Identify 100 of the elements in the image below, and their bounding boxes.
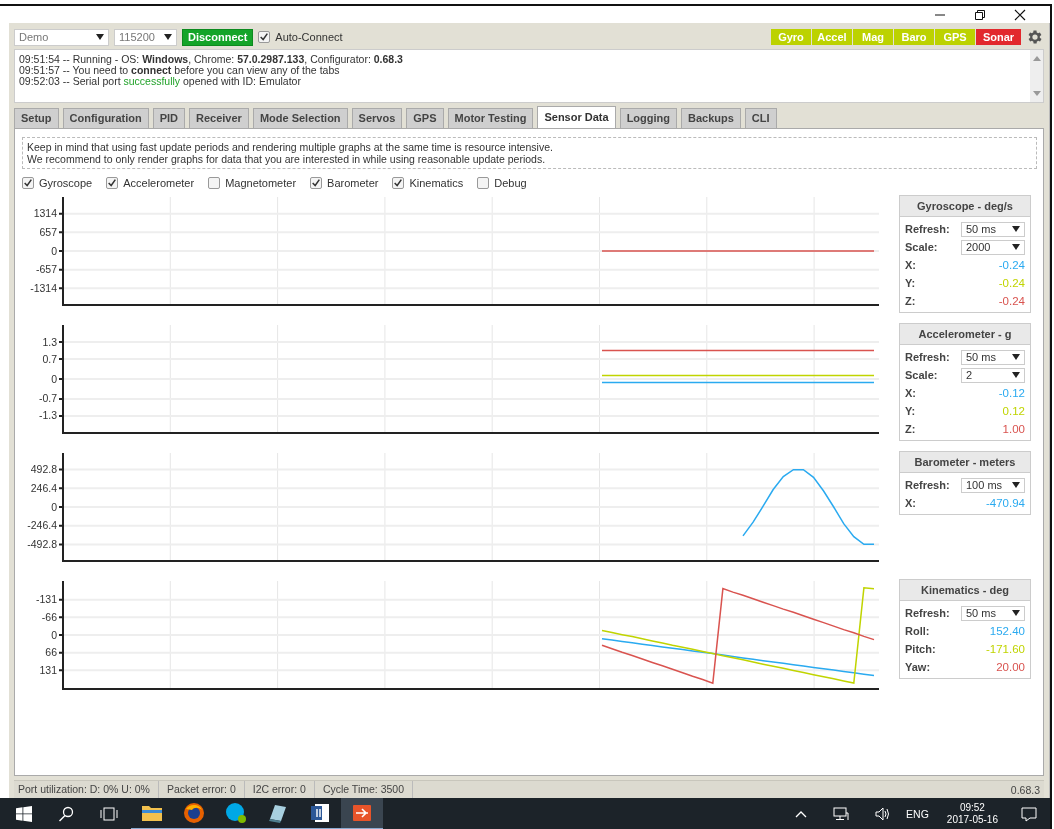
dropdown[interactable]: 2000 bbox=[961, 239, 1025, 255]
chevron-up-icon[interactable] bbox=[795, 810, 808, 818]
field-label: Scale: bbox=[905, 369, 938, 381]
checkbox[interactable] bbox=[477, 177, 490, 189]
reading-label: Yaw: bbox=[905, 661, 931, 673]
reading-label: X: bbox=[905, 387, 916, 399]
dropdown[interactable]: 50 ms bbox=[961, 605, 1025, 621]
tick-label: -131 bbox=[36, 593, 57, 606]
caret-icon bbox=[1012, 226, 1020, 232]
language-indicator[interactable]: ENG bbox=[906, 808, 929, 820]
caret-icon bbox=[1012, 610, 1020, 616]
tick-label: -66 bbox=[41, 610, 57, 623]
dropdown[interactable]: 115200 bbox=[114, 28, 177, 46]
tick-label: -0.7 bbox=[38, 392, 57, 405]
caret-icon bbox=[1012, 482, 1020, 488]
tick-label: -492.8 bbox=[27, 538, 57, 550]
close-icon[interactable] bbox=[1014, 9, 1026, 21]
dropdown[interactable]: 2 bbox=[961, 367, 1025, 383]
sensor-indicator: Gyro bbox=[771, 29, 811, 45]
tab[interactable]: PID bbox=[152, 108, 185, 128]
checkbox-label: Magnetometer bbox=[225, 177, 297, 189]
reading-label: Z: bbox=[905, 423, 916, 435]
checkbox-label: Gyroscope bbox=[39, 177, 93, 189]
reading-value: -0.24 bbox=[998, 277, 1025, 289]
reading-value: 1.00 bbox=[1002, 423, 1025, 435]
reading-label: Roll: bbox=[905, 625, 930, 637]
tab[interactable]: Receiver bbox=[189, 108, 249, 128]
tab[interactable]: Logging bbox=[619, 108, 677, 128]
caret-icon bbox=[1012, 244, 1020, 250]
taskbar-app[interactable] bbox=[341, 798, 383, 829]
connect-button[interactable]: Disconnect bbox=[182, 28, 254, 46]
reading-label: Y: bbox=[905, 277, 916, 289]
checkbox[interactable] bbox=[208, 177, 221, 189]
checkbox[interactable] bbox=[106, 177, 119, 189]
dropdown[interactable]: 100 ms bbox=[961, 477, 1025, 493]
tick-label: -657 bbox=[36, 263, 57, 276]
tick-label: 1.3 bbox=[42, 335, 57, 348]
tab[interactable]: Configuration bbox=[62, 108, 149, 128]
panel-title: Accelerometer - g bbox=[900, 324, 1030, 345]
tick-label: 492.8 bbox=[30, 463, 57, 475]
start-icon[interactable] bbox=[16, 806, 32, 822]
field-label: Scale: bbox=[905, 241, 938, 253]
checkbox-label: Auto-Connect bbox=[275, 31, 343, 43]
tab[interactable]: Mode Selection bbox=[252, 108, 348, 128]
checkbox[interactable] bbox=[258, 31, 271, 43]
reading-label: X: bbox=[905, 497, 916, 509]
dropdown[interactable]: 50 ms bbox=[961, 349, 1025, 365]
tab[interactable]: Setup bbox=[14, 108, 59, 128]
browser-icon bbox=[182, 801, 206, 825]
tick-label: 131 bbox=[39, 663, 57, 676]
tab[interactable]: Backups bbox=[681, 108, 741, 128]
caret-icon bbox=[164, 34, 172, 40]
tick-label: 0 bbox=[51, 500, 57, 513]
field-label: Refresh: bbox=[905, 223, 950, 235]
reading-value: -0.12 bbox=[998, 387, 1025, 399]
task-view-icon[interactable] bbox=[100, 807, 118, 821]
panel-title: Kinematics - deg bbox=[900, 580, 1030, 601]
tick-label: 0.7 bbox=[42, 352, 57, 365]
version-text: 0.68.3 bbox=[1010, 783, 1041, 796]
checkbox-label: Barometer bbox=[327, 177, 379, 189]
log-line: 09:51:54 -- Running - OS: Windows, Chrome: 57.0.2987.133, Configurator: 0.68.3 bbox=[19, 54, 404, 65]
tab[interactable]: Sensor Data bbox=[537, 106, 616, 128]
reading-label: Pitch: bbox=[905, 643, 936, 655]
sensor-indicator: Mag bbox=[853, 29, 893, 45]
checkbox[interactable] bbox=[22, 177, 34, 189]
tab[interactable]: Servos bbox=[351, 108, 403, 128]
tab[interactable]: GPS bbox=[406, 108, 444, 128]
tick-label: 66 bbox=[45, 646, 57, 659]
sensor-indicator: Sonar bbox=[976, 29, 1021, 45]
checkbox-label: Kinematics bbox=[409, 177, 464, 189]
network-icon[interactable] bbox=[833, 807, 850, 821]
reading-value: -171.60 bbox=[986, 643, 1025, 655]
sensor-indicator: Accel bbox=[812, 29, 852, 45]
log-line: 09:52:03 -- Serial port successfully opened with ID: Emulator bbox=[19, 76, 302, 87]
sensor-indicator: GPS bbox=[935, 29, 975, 45]
tick-label: 657 bbox=[39, 225, 57, 238]
caret-icon bbox=[1012, 372, 1020, 378]
tab[interactable]: CLI bbox=[744, 108, 777, 128]
clock[interactable]: 09:52 2017-05-16 bbox=[946, 802, 998, 826]
panel-title: Barometer - meters bbox=[900, 452, 1030, 473]
tick-label: -246.4 bbox=[27, 519, 57, 532]
dropdown[interactable]: Demo bbox=[14, 28, 109, 46]
notification-icon[interactable] bbox=[1021, 806, 1037, 822]
speaker-icon[interactable] bbox=[875, 807, 892, 821]
search-icon[interactable] bbox=[58, 806, 74, 822]
tick-label: 0 bbox=[51, 244, 57, 257]
sensor-indicator: Baro bbox=[894, 29, 934, 45]
checkbox[interactable] bbox=[392, 177, 405, 189]
tick-label: 246.4 bbox=[30, 481, 57, 494]
dropdown[interactable]: 50 ms bbox=[961, 221, 1025, 237]
reading-value: -0.24 bbox=[998, 259, 1025, 271]
settings-icon[interactable] bbox=[1026, 28, 1044, 46]
field-label: Refresh: bbox=[905, 351, 950, 363]
reading-value: 0.12 bbox=[1002, 405, 1025, 417]
field-label: Refresh: bbox=[905, 607, 950, 619]
reading-value: -0.24 bbox=[998, 295, 1025, 307]
checkbox[interactable] bbox=[310, 177, 323, 189]
checkbox-label: Accelerometer bbox=[123, 177, 195, 189]
restore-icon[interactable] bbox=[974, 9, 986, 21]
tab[interactable]: Motor Testing bbox=[447, 108, 534, 128]
